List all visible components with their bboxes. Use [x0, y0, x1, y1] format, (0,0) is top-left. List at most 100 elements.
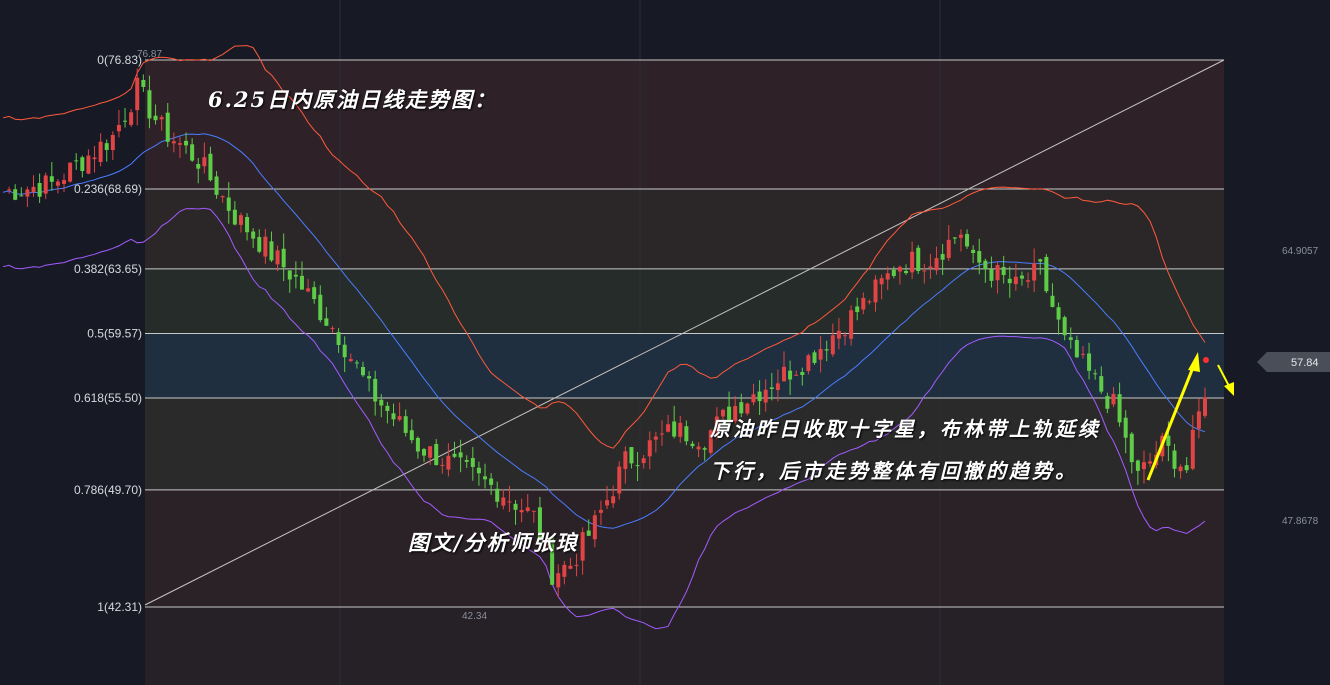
candle-body: [781, 366, 786, 382]
candle-body: [49, 176, 54, 182]
candle-body: [800, 372, 805, 375]
candle-body: [1013, 276, 1018, 285]
candle-body: [129, 112, 134, 125]
last-candle-dot: [1203, 357, 1209, 363]
candle-body: [1056, 307, 1061, 320]
candle-body: [641, 458, 646, 464]
fib-label: 0.236(68.69): [74, 182, 142, 196]
fib-zone: [145, 188, 1224, 269]
fib-zone: [145, 333, 1224, 398]
candle-body: [1178, 466, 1183, 472]
candle-body: [1184, 465, 1189, 471]
fib-label: 0(76.83): [97, 53, 142, 67]
candle-body: [464, 460, 469, 462]
candle-body: [952, 237, 957, 239]
candle-body: [702, 448, 707, 450]
candle-body: [373, 378, 378, 402]
candle-body: [1026, 280, 1031, 282]
candle-body: [934, 258, 939, 271]
candle-body: [415, 437, 420, 452]
candle-body: [367, 376, 372, 379]
candle-body: [135, 77, 140, 111]
candle-body: [684, 426, 689, 442]
fib-zone-layer: [145, 60, 1224, 685]
candle-body: [171, 141, 176, 144]
candle-body: [580, 532, 585, 561]
candle-body: [446, 455, 451, 470]
candle-body: [74, 160, 79, 162]
fib-label: 0.382(63.65): [74, 262, 142, 276]
candle-body: [1148, 461, 1153, 464]
candle-body: [556, 573, 561, 588]
right-axis-upper: 64.9057: [1282, 246, 1319, 257]
candle-body: [885, 273, 890, 280]
candle-body: [483, 476, 488, 480]
candle-body: [1080, 353, 1085, 355]
candle-body: [43, 175, 48, 194]
candle-body: [116, 124, 121, 132]
candle-body: [965, 234, 970, 247]
candle-body: [843, 335, 848, 337]
candle-body: [31, 186, 36, 193]
candle-body: [562, 564, 567, 577]
candle-body: [1001, 267, 1006, 276]
candle-body: [434, 444, 439, 466]
candle-body: [86, 155, 91, 174]
analysis-note: 原油昨日收取十字星，布林带上轨延续下行，后市走势整体有回撤的趋势。: [710, 417, 1101, 483]
candle-body: [123, 120, 128, 122]
candle-body: [513, 503, 518, 510]
candle-body: [751, 394, 756, 403]
candle-body: [916, 247, 921, 272]
candle-body: [165, 112, 170, 142]
candle-body: [794, 374, 799, 376]
candle-body: [7, 189, 12, 191]
candle-body: [336, 332, 341, 345]
author-note: 图文/分析师张琅: [408, 530, 579, 555]
candle-body: [214, 176, 219, 195]
candle-body: [306, 288, 311, 292]
candle-body: [147, 90, 152, 119]
candle-body: [1062, 317, 1067, 336]
candle-body: [501, 497, 506, 506]
candle-body: [574, 564, 579, 566]
candle-body: [940, 254, 945, 260]
candle-body: [360, 366, 365, 376]
candle-body: [623, 451, 628, 469]
low-marker: 42.34: [462, 611, 487, 622]
candle-body: [653, 436, 658, 440]
candle-body: [281, 248, 286, 268]
candle-body: [788, 370, 793, 380]
candle-body: [141, 79, 146, 87]
candle-body: [177, 143, 182, 145]
candle-body: [354, 362, 359, 364]
candle-body: [299, 275, 304, 290]
candle-body: [904, 270, 909, 274]
candle-body: [1007, 278, 1012, 284]
candle-body: [452, 453, 457, 457]
candle-body: [824, 349, 829, 351]
candle-body: [196, 163, 201, 169]
candle-body: [617, 466, 622, 494]
candle-body: [958, 234, 963, 238]
fib-zone: [145, 607, 1224, 685]
candle-body: [342, 344, 347, 358]
candle-body: [1099, 376, 1104, 392]
candle-body: [238, 215, 243, 225]
candle-body: [226, 197, 231, 211]
candle-body: [611, 496, 616, 504]
chart-canvas: 0(76.83) 0.236(68.69) 0.382(63.65) 0.5(59.5…: [0, 0, 1330, 685]
candle-body: [37, 183, 42, 197]
candle-body: [873, 279, 878, 303]
candle-body: [1166, 435, 1171, 446]
candle-body: [818, 348, 823, 360]
candle-body: [397, 416, 402, 420]
candle-body: [592, 515, 597, 540]
candle-body: [1123, 417, 1128, 438]
candle-body: [519, 510, 524, 513]
candle-body: [635, 465, 640, 467]
candle-body: [287, 270, 292, 280]
candle-body: [1196, 411, 1201, 429]
fib-label: 1(42.31): [97, 600, 142, 614]
candle-body: [104, 143, 109, 150]
candle-body: [257, 237, 262, 252]
